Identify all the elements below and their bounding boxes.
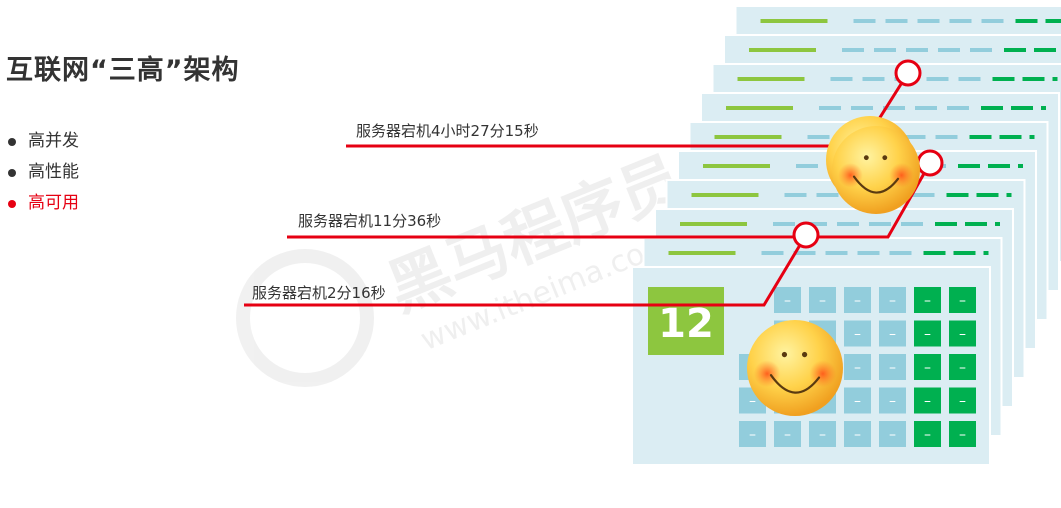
face-eye	[863, 155, 869, 161]
calendar-cell-mark: –	[924, 293, 931, 309]
calendar-cell-mark: –	[924, 360, 931, 376]
calendar-cell-mark: –	[749, 394, 756, 410]
calendar-cell-mark: –	[924, 427, 931, 443]
face-eye	[882, 155, 888, 161]
face-eye	[781, 351, 788, 358]
calendar-cell-mark: –	[959, 394, 966, 410]
connector-marker-1	[894, 59, 922, 87]
downtime-label-3: 服务器宕机2分16秒	[252, 284, 386, 302]
connector-marker-3	[792, 221, 820, 249]
calendar-cell-mark: –	[854, 427, 861, 443]
calendar-cell-mark: –	[959, 360, 966, 376]
connector-marker-2	[916, 149, 944, 177]
calendar-cell-mark: –	[924, 394, 931, 410]
calendar-cell-mark: –	[924, 327, 931, 343]
calendar-cell-mark: –	[854, 360, 861, 376]
face-eye	[801, 351, 808, 358]
calendar-cell-mark: –	[889, 327, 896, 343]
calendar-cell-mark: –	[749, 427, 756, 443]
calendar-cell-mark: –	[854, 327, 861, 343]
calendar-illustration: 黑马程序员 www.itheima.com 12 – – – – – –– – – –– – – ––…	[236, 5, 1061, 466]
calendar-cell-mark: –	[889, 360, 896, 376]
calendar-cell-mark: –	[854, 293, 861, 309]
calendar-cell-mark: –	[889, 427, 896, 443]
downtime-label-2: 服务器宕机11分36秒	[298, 212, 442, 230]
calendar-cell-mark: –	[959, 293, 966, 309]
smiley-face-icon	[747, 320, 843, 416]
calendar-cell-mark: –	[854, 394, 861, 410]
calendar-cell-mark: –	[959, 327, 966, 343]
calendar-cell-mark: –	[819, 293, 826, 309]
calendar-cell-mark: –	[889, 394, 896, 410]
calendar-day-number: 12	[658, 301, 714, 347]
downtime-label-1: 服务器宕机4小时27分15秒	[356, 122, 539, 140]
calendar-cell-mark: –	[819, 427, 826, 443]
calendar-cell-mark: –	[784, 427, 791, 443]
smiley-face-icon	[832, 126, 920, 214]
calendar-cell-mark: –	[889, 293, 896, 309]
calendar-cell-mark: –	[784, 293, 791, 309]
calendar-cell-mark: –	[959, 427, 966, 443]
